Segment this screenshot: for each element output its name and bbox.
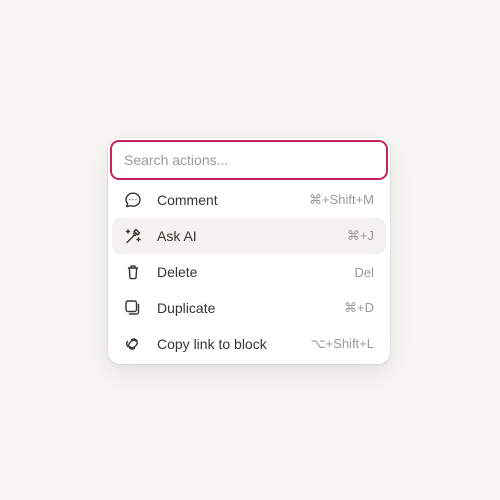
menu-item-ask-ai[interactable]: Ask AI ⌘+J bbox=[112, 218, 386, 254]
action-list: Comment ⌘+Shift+M Ask AI ⌘+J Delete Del … bbox=[112, 182, 386, 362]
menu-item-delete[interactable]: Delete Del bbox=[112, 254, 386, 290]
menu-item-comment[interactable]: Comment ⌘+Shift+M bbox=[112, 182, 386, 218]
canvas: Comment ⌘+Shift+M Ask AI ⌘+J bbox=[0, 0, 500, 500]
menu-item-label: Copy link to block bbox=[157, 336, 267, 352]
ai-wand-icon bbox=[124, 227, 142, 245]
menu-item-label: Ask AI bbox=[157, 228, 197, 244]
comment-icon bbox=[124, 191, 142, 209]
search-input[interactable] bbox=[110, 140, 388, 180]
link-icon bbox=[124, 335, 142, 353]
action-menu: Comment ⌘+Shift+M Ask AI ⌘+J bbox=[108, 138, 390, 364]
menu-item-duplicate[interactable]: Duplicate ⌘+D bbox=[112, 290, 386, 326]
menu-item-shortcut: ⌘+Shift+M bbox=[308, 192, 374, 207]
menu-item-shortcut: ⌘+D bbox=[344, 300, 374, 315]
trash-icon bbox=[124, 263, 142, 281]
menu-item-label: Delete bbox=[157, 264, 198, 280]
menu-item-copy-link[interactable]: Copy link to block ⌥+Shift+L bbox=[112, 326, 386, 362]
menu-item-label: Duplicate bbox=[157, 300, 216, 316]
search-field-wrapper bbox=[110, 140, 388, 180]
menu-item-shortcut: ⌥+Shift+L bbox=[310, 336, 374, 351]
menu-item-shortcut: ⌘+J bbox=[346, 228, 374, 243]
menu-item-shortcut: Del bbox=[354, 264, 374, 280]
menu-item-label: Comment bbox=[157, 192, 218, 208]
duplicate-icon bbox=[124, 299, 142, 317]
